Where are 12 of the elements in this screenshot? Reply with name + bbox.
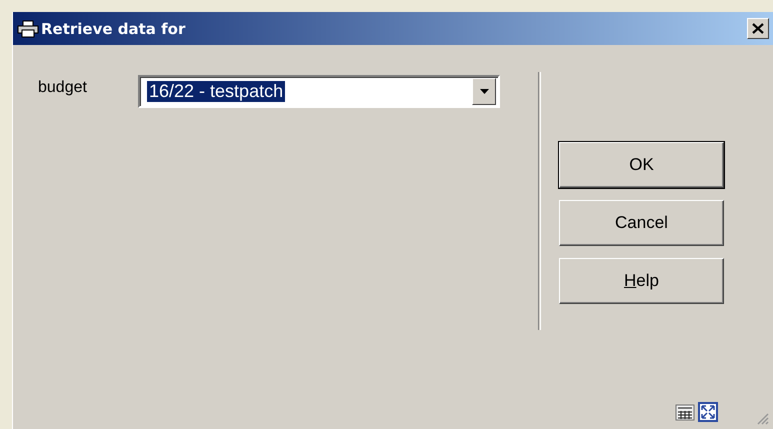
- close-button[interactable]: [747, 18, 769, 39]
- printer-icon: [17, 20, 39, 38]
- window-title: Retrieve data for: [41, 20, 186, 38]
- field-label: budget: [38, 78, 88, 97]
- budget-dropdown[interactable]: 16/22 - testpatch: [138, 75, 500, 108]
- expand-icon[interactable]: [698, 402, 718, 422]
- resize-grip-icon[interactable]: [755, 411, 769, 425]
- close-icon: [752, 23, 764, 34]
- keyboard-icon[interactable]: [675, 403, 695, 421]
- dialog-button[interactable]: Cancel: [559, 200, 724, 246]
- dialog-button[interactable]: Help: [559, 258, 724, 304]
- dialog-button[interactable]: OK: [559, 142, 724, 188]
